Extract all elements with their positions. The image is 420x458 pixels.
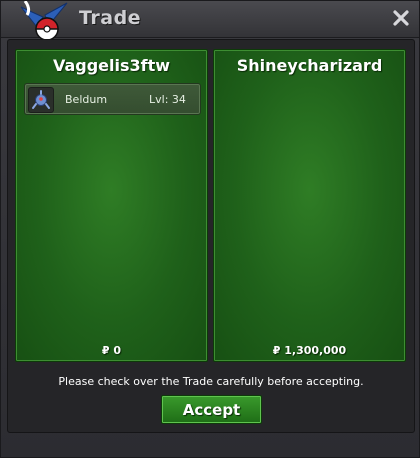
window-title: Trade bbox=[79, 7, 142, 29]
beldum-sprite bbox=[32, 90, 50, 109]
right-player-money: ₽ 1,300,000 bbox=[272, 344, 347, 357]
close-icon[interactable] bbox=[389, 6, 413, 30]
accept-button[interactable]: Accept bbox=[161, 395, 262, 424]
trade-body: Vaggelis3ftw Beldum Lvl: 34 ₽ 0 Shineych… bbox=[7, 39, 415, 433]
trade-notice: Please check over the Trade carefully be… bbox=[58, 375, 364, 388]
title-bar[interactable]: Trade bbox=[1, 1, 419, 41]
left-player-money: ₽ 0 bbox=[101, 344, 122, 357]
trade-window: Trade Vaggelis3ftw Beldum Lvl: 34 ₽ 0 Sh… bbox=[0, 0, 420, 458]
item-name: Beldum bbox=[65, 93, 108, 106]
beldum-icon bbox=[28, 87, 54, 113]
item-level: Lvl: 34 bbox=[149, 93, 186, 106]
trade-item-slot[interactable]: Beldum Lvl: 34 bbox=[24, 83, 201, 115]
right-player-name: Shineycharizard bbox=[236, 56, 383, 75]
pokeball-logo-icon bbox=[20, 1, 68, 41]
left-player-name: Vaggelis3ftw bbox=[52, 56, 171, 75]
left-player-panel: Vaggelis3ftw Beldum Lvl: 34 ₽ 0 bbox=[15, 49, 208, 362]
right-player-panel: Shineycharizard ₽ 1,300,000 bbox=[213, 49, 406, 362]
